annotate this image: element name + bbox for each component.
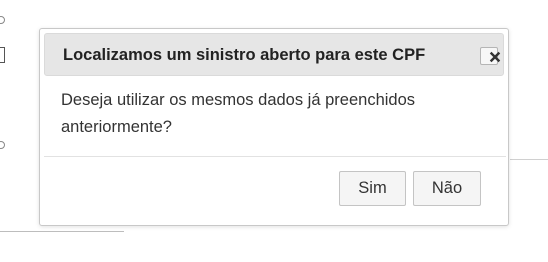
page: Localizamos um sinistro aberto para este… — [0, 0, 548, 262]
dialog-message: Deseja utilizar os mesmos dados já preen… — [61, 91, 416, 136]
close-button[interactable] — [480, 47, 501, 65]
no-button[interactable]: Não — [413, 171, 481, 206]
background-radio — [0, 141, 5, 149]
background-divider — [510, 159, 548, 160]
confirm-dialog: Localizamos um sinistro aberto para este… — [39, 28, 509, 226]
yes-button[interactable]: Sim — [339, 171, 406, 206]
close-icon — [489, 51, 501, 63]
background-radio — [0, 16, 5, 24]
dialog-header: Localizamos um sinistro aberto para este… — [44, 33, 504, 76]
dialog-divider — [44, 156, 506, 157]
background-checkbox — [0, 47, 5, 63]
background-divider — [0, 231, 124, 232]
dialog-title: Localizamos um sinistro aberto para este… — [63, 46, 426, 64]
